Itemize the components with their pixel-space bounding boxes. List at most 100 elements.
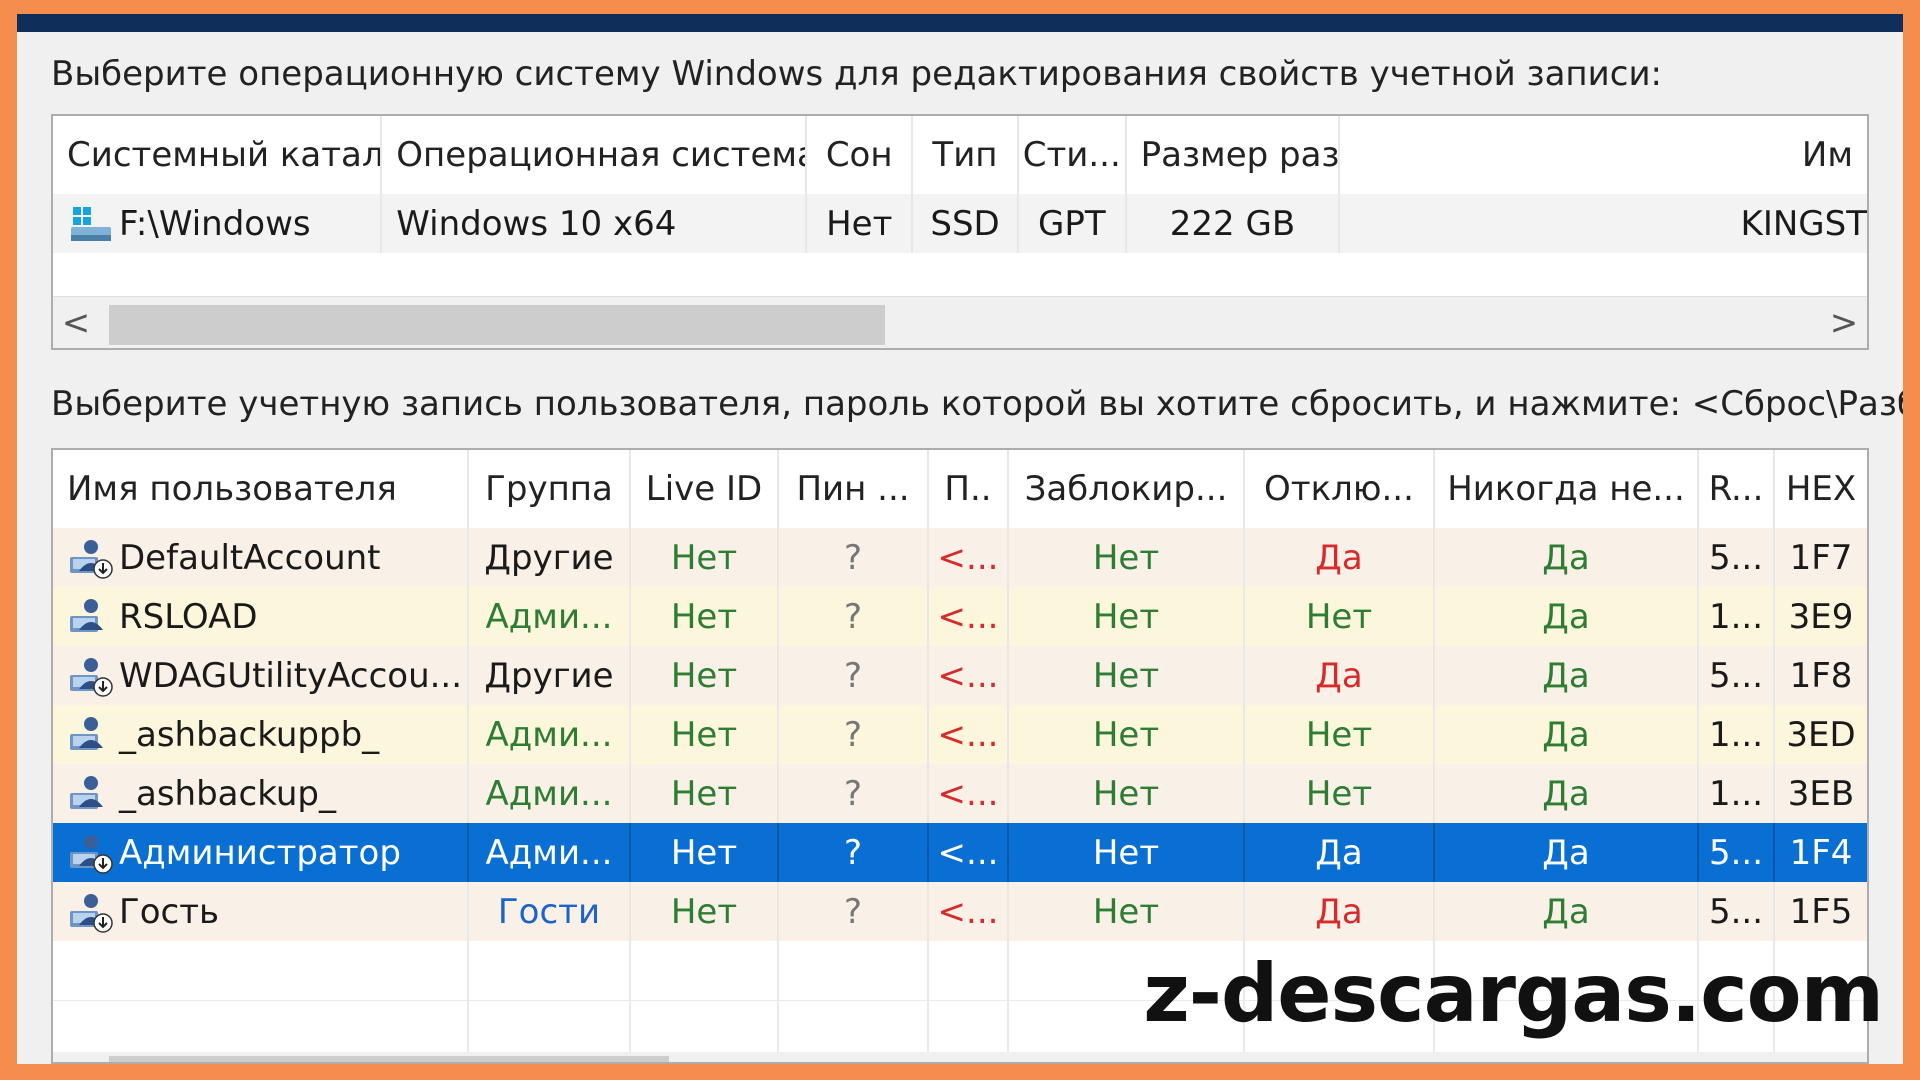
locked-cell: Нет	[1009, 587, 1245, 646]
os-horizontal-scrollbar[interactable]: < >	[53, 296, 1867, 348]
username-text: RSLOAD	[119, 596, 258, 637]
title-bar	[17, 14, 1903, 32]
os-sleep-cell: Нет	[807, 194, 914, 253]
r-cell: 5...	[1699, 528, 1775, 587]
group-cell: Адми...	[469, 823, 631, 882]
user-disabled-icon	[67, 830, 115, 876]
os-dir-text: F:\Windows	[119, 203, 311, 244]
os-row[interactable]: F:\Windows Windows 10 x64 Нет SSD GPT 22…	[53, 194, 1867, 253]
os-style-cell: GPT	[1019, 194, 1127, 253]
scroll-left-arrow-icon[interactable]: <	[53, 297, 99, 348]
column-header-hex[interactable]: HEX	[1775, 450, 1867, 528]
column-header-r[interactable]: R...	[1699, 450, 1775, 528]
hex-cell: 1F7	[1789, 537, 1853, 578]
column-header-pin[interactable]: Пин ...	[779, 450, 929, 528]
username-text: Гость	[119, 891, 220, 932]
p-cell: <...	[929, 823, 1009, 882]
user-admin-icon	[67, 594, 115, 640]
r-cell: 5...	[1699, 646, 1775, 705]
column-header-p[interactable]: П..	[929, 450, 1009, 528]
locked-cell: Нет	[1009, 882, 1245, 941]
locked-cell: Нет	[1009, 823, 1245, 882]
user-row[interactable]: RSLOAD Адми... Нет? <... Нет Нет Да 1... 3E9	[53, 587, 1867, 646]
user-row[interactable]: WDAGUtilityAccou... Другие Нет? <... Нет Да Да…	[53, 646, 1867, 705]
locked-cell: Нет	[1009, 705, 1245, 764]
group-cell: Другие	[469, 646, 631, 705]
r-cell: 1...	[1699, 705, 1775, 764]
never-expires-cell: Да	[1435, 882, 1699, 941]
username-text: WDAGUtilityAccou...	[119, 655, 463, 696]
never-expires-cell: Да	[1435, 528, 1699, 587]
user-disabled-icon	[67, 535, 115, 581]
os-name-cell: Windows 10 x64	[382, 194, 808, 253]
disabled-cell: Да	[1245, 646, 1435, 705]
column-header-username[interactable]: Имя пользователя	[53, 450, 469, 528]
column-header-type[interactable]: Тип	[913, 116, 1019, 194]
os-list-view[interactable]: Системный каталог Операционная система С…	[51, 114, 1869, 350]
live-id-cell: Нет	[631, 528, 779, 587]
os-size-cell: 222 GB	[1127, 194, 1341, 253]
os-list-header: Системный каталог Операционная система С…	[53, 116, 1867, 194]
column-header-never-expires[interactable]: Никогда не...	[1435, 450, 1699, 528]
pin-cell: ?	[779, 587, 929, 646]
never-expires-cell: Да	[1435, 705, 1699, 764]
column-header-group[interactable]: Группа	[469, 450, 631, 528]
user-row[interactable]: Администратор Адми... Нет? <... Нет Да Да 5... 1…	[53, 823, 1867, 882]
username-cell: Администратор	[53, 823, 469, 882]
column-header-live-id[interactable]: Live ID	[631, 450, 779, 528]
locked-cell: Нет	[1009, 646, 1245, 705]
live-id-cell: Нет	[631, 764, 779, 823]
p-cell: <...	[929, 882, 1009, 941]
locked-cell: Нет	[1009, 764, 1245, 823]
column-header-system-dir[interactable]: Системный каталог	[53, 116, 383, 194]
r-cell: 1...	[1699, 587, 1775, 646]
os-type-cell: SSD	[913, 194, 1019, 253]
username-cell: WDAGUtilityAccou...	[53, 646, 469, 705]
pin-cell: ?	[779, 528, 929, 587]
column-header-style[interactable]: Сти...	[1019, 116, 1127, 194]
live-id-cell: Нет	[631, 823, 779, 882]
live-id-cell: Нет	[631, 882, 779, 941]
user-selection-caption: Выберите учетную запись пользователя, па…	[51, 384, 1903, 424]
pin-cell: ?	[779, 882, 929, 941]
username-cell: _ashbackup_	[53, 764, 469, 823]
user-disabled-icon	[67, 653, 115, 699]
hex-cell: 3ED	[1786, 714, 1856, 755]
user-row[interactable]: _ashbackuppb_ Адми... Нет? <... Нет Нет Да 1...…	[53, 705, 1867, 764]
scrollbar-thumb[interactable]	[109, 305, 885, 345]
never-expires-cell: Да	[1435, 823, 1699, 882]
disabled-cell: Нет	[1245, 764, 1435, 823]
user-admin-icon	[67, 771, 115, 817]
watermark-text: z-descargas.com	[1143, 947, 1884, 1040]
locked-cell: Нет	[1009, 528, 1245, 587]
hex-cell: 1F4	[1789, 832, 1853, 873]
column-header-locked[interactable]: Заблокир...	[1009, 450, 1245, 528]
scroll-right-arrow-icon[interactable]: >	[1821, 297, 1867, 348]
column-header-partition-size[interactable]: Размер раз...	[1127, 116, 1341, 194]
pin-cell: ?	[779, 646, 929, 705]
username-cell: RSLOAD	[53, 587, 469, 646]
user-list-header: Имя пользователя Группа Live ID Пин ... …	[53, 450, 1867, 528]
group-cell: Адми...	[469, 587, 631, 646]
user-row[interactable]: DefaultAccount Другие Нет? <... Нет Да Да 5... 1…	[53, 528, 1867, 587]
disabled-cell: Да	[1245, 528, 1435, 587]
live-id-cell: Нет	[631, 646, 779, 705]
user-row[interactable]: _ashbackup_ Адми... Нет? <... Нет Нет Да 1... 3E…	[53, 764, 1867, 823]
user-horizontal-scrollbar[interactable]	[53, 1052, 1867, 1062]
user-disabled-icon	[67, 889, 115, 935]
p-cell: <...	[929, 705, 1009, 764]
disabled-cell: Нет	[1245, 587, 1435, 646]
hex-cell: 1F8	[1789, 655, 1853, 696]
never-expires-cell: Да	[1435, 587, 1699, 646]
username-cell: Гость	[53, 882, 469, 941]
username-cell: DefaultAccount	[53, 528, 469, 587]
column-header-sleep[interactable]: Сон	[807, 116, 914, 194]
column-header-disabled[interactable]: Отклю...	[1245, 450, 1435, 528]
column-header-os[interactable]: Операционная система	[382, 116, 808, 194]
r-cell: 5...	[1699, 882, 1775, 941]
disabled-cell: Да	[1245, 882, 1435, 941]
column-header-name[interactable]: Им	[1340, 116, 1867, 194]
scrollbar-thumb[interactable]	[109, 1056, 669, 1062]
user-row[interactable]: Гость Гости Нет? <... Нет Да Да 5... 1F5	[53, 882, 1867, 941]
live-id-cell: Нет	[631, 705, 779, 764]
